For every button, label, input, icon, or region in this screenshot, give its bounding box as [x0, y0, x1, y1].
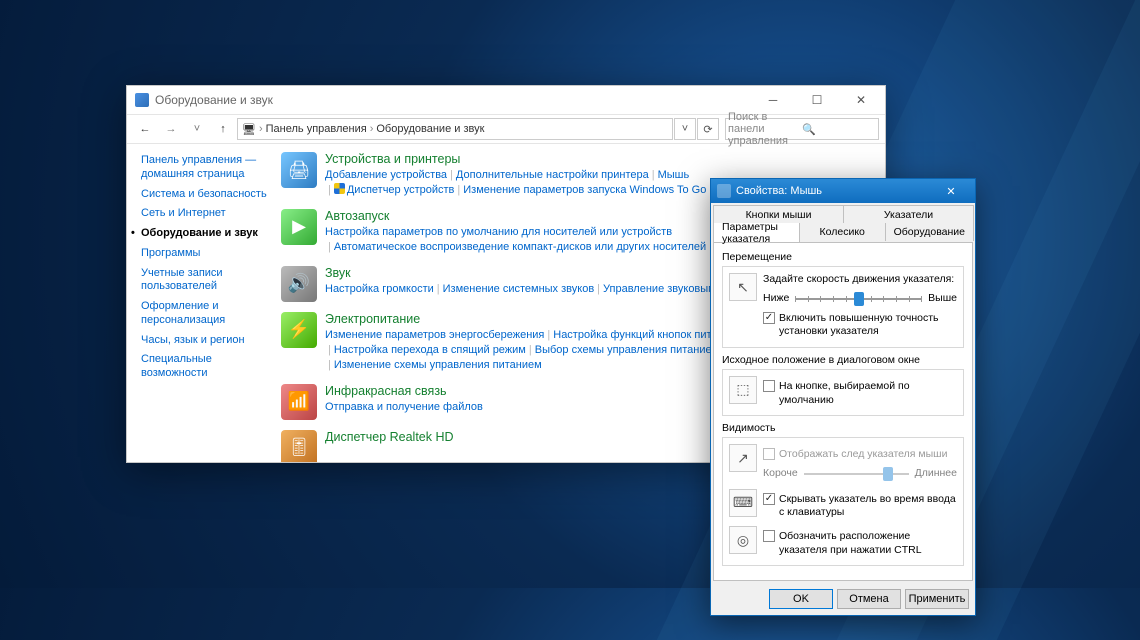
- realtek-icon: 🎚: [281, 430, 317, 462]
- group-title-snap: Исходное положение в диалоговом окне: [722, 354, 964, 366]
- sidebar-item[interactable]: Специальные возможности: [141, 353, 269, 381]
- checkbox-snap-to[interactable]: На кнопке, выбираемой по умолчанию: [763, 380, 957, 407]
- up-button[interactable]: ↑: [211, 117, 235, 141]
- group-title-visibility: Видимость: [722, 422, 964, 434]
- infrared-icon: 📶: [281, 384, 317, 420]
- group-title-motion: Перемещение: [722, 251, 964, 263]
- pointer-trail-slider: [804, 465, 909, 483]
- category-title[interactable]: Диспетчер Realtek HD: [325, 430, 454, 444]
- category-title[interactable]: Инфракрасная связь: [325, 384, 483, 398]
- addressbar-dropdown[interactable]: ˅: [674, 118, 696, 140]
- sidebar-item[interactable]: Сеть и Интернет: [141, 207, 269, 221]
- dialog-titlebar[interactable]: Свойства: Мышь ✕: [711, 179, 975, 203]
- autoplay-icon: ▶: [281, 209, 317, 245]
- dialog-title: Свойства: Мышь: [736, 185, 822, 197]
- sidebar-item[interactable]: Система и безопасность: [141, 188, 269, 202]
- checkbox-ctrl-locate[interactable]: Обозначить расположение указателя при на…: [763, 530, 957, 557]
- trail-icon: ↗: [729, 444, 757, 472]
- category-link[interactable]: Изменение схемы управления питанием: [334, 359, 542, 371]
- maximize-button[interactable]: ☐: [795, 86, 839, 114]
- group-visibility: ↗ Отображать след указателя мыши Короче …: [722, 437, 964, 566]
- trail-min: Короче: [763, 467, 798, 481]
- recent-dropdown[interactable]: ˅: [185, 117, 209, 141]
- tab-page: Перемещение ↖ Задайте скорость движения …: [713, 242, 973, 581]
- ok-button[interactable]: OK: [769, 589, 833, 609]
- forward-button[interactable]: →: [159, 117, 183, 141]
- hide-typing-icon: ⌨: [729, 489, 757, 517]
- dialog-close-button[interactable]: ✕: [931, 180, 971, 202]
- breadcrumb[interactable]: 🖥› Панель управления› Оборудование и зву…: [237, 118, 673, 140]
- close-button[interactable]: ✕: [839, 86, 883, 114]
- tab-pointers[interactable]: Указатели: [843, 205, 974, 223]
- sidebar-item[interactable]: Часы, язык и регион: [141, 334, 269, 348]
- pointer-speed-icon: ↖: [729, 273, 757, 301]
- mouse-properties-dialog: Свойства: Мышь ✕ Кнопки мыши Указатели П…: [710, 178, 976, 616]
- minimize-button[interactable]: ─: [751, 86, 795, 114]
- category-link[interactable]: Настройка перехода в спящий режим: [334, 344, 526, 356]
- mouse-icon: [717, 184, 731, 198]
- apply-button[interactable]: Применить: [905, 589, 969, 609]
- category-link[interactable]: Отправка и получение файлов: [325, 401, 483, 413]
- category-title[interactable]: Устройства и принтеры: [325, 152, 706, 166]
- power-icon: ⚡: [281, 312, 317, 348]
- back-button[interactable]: ←: [133, 117, 157, 141]
- category-link[interactable]: Мышь: [658, 169, 690, 181]
- slider-min: Ниже: [763, 292, 789, 306]
- sidebar: Панель управления — домашняя страница Сис…: [127, 144, 277, 462]
- category-link[interactable]: Добавление устройства: [325, 169, 447, 181]
- search-icon: 🔍: [802, 123, 876, 136]
- tab-hardware[interactable]: Оборудование: [885, 223, 974, 241]
- sidebar-item[interactable]: Панель управления — домашняя страница: [141, 154, 269, 182]
- pointer-speed-slider[interactable]: [795, 290, 922, 308]
- category-title[interactable]: Автозапуск: [325, 209, 706, 223]
- search-placeholder: Поиск в панели управления: [728, 111, 802, 147]
- titlebar[interactable]: Оборудование и звук ─ ☐ ✕: [127, 86, 885, 114]
- category-link[interactable]: Настройка функций кнопок питания: [553, 329, 735, 341]
- address-bar: ← → ˅ ↑ 🖥› Панель управления› Оборудован…: [127, 114, 885, 144]
- tabs: Кнопки мыши Указатели Параметры указател…: [711, 203, 975, 242]
- category-link[interactable]: Настройка громкости: [325, 283, 434, 295]
- dialog-buttons: OK Отмена Применить: [711, 585, 975, 615]
- group-motion: ↖ Задайте скорость движения указателя: Н…: [722, 266, 964, 348]
- checkbox-hide-typing[interactable]: Скрывать указатель во время ввода с клав…: [763, 493, 957, 520]
- sidebar-item[interactable]: Оборудование и звук: [141, 227, 269, 241]
- checkbox-pointer-trail[interactable]: Отображать след указателя мыши: [763, 448, 957, 462]
- window-title: Оборудование и звук: [155, 93, 273, 107]
- tab-pointer-options[interactable]: Параметры указателя: [713, 223, 800, 242]
- checkbox-enhance-precision[interactable]: Включить повышенную точность установки у…: [763, 312, 957, 339]
- breadcrumb-item[interactable]: Оборудование и звук: [376, 123, 484, 135]
- refresh-button[interactable]: ⟳: [697, 118, 719, 140]
- tab-wheel[interactable]: Колесико: [799, 223, 886, 241]
- cancel-button[interactable]: Отмена: [837, 589, 901, 609]
- sidebar-item[interactable]: Оформление и персонализация: [141, 300, 269, 328]
- snap-icon: ⬚: [729, 376, 757, 404]
- pointer-speed-label: Задайте скорость движения указателя:: [763, 273, 957, 287]
- category-link[interactable]: Дополнительные настройки принтера: [456, 169, 649, 181]
- ctrl-locate-icon: ◎: [729, 526, 757, 554]
- breadcrumb-root-icon: 🖥: [242, 123, 256, 136]
- sound-icon: 🔊: [281, 266, 317, 302]
- devices-icon: 🖨: [281, 152, 317, 188]
- category-link[interactable]: Изменение параметров запуска Windows To …: [463, 184, 706, 196]
- app-icon: [135, 93, 149, 107]
- category-link[interactable]: Изменение системных звуков: [443, 283, 595, 295]
- category-link[interactable]: Настройка параметров по умолчанию для но…: [325, 226, 672, 238]
- group-snap: ⬚ На кнопке, выбираемой по умолчанию: [722, 369, 964, 416]
- sidebar-item[interactable]: Учетные записи пользователей: [141, 267, 269, 295]
- category-link[interactable]: Выбор схемы управления питанием: [535, 344, 719, 356]
- trail-max: Длиннее: [915, 467, 957, 481]
- category-link[interactable]: Диспетчер устройств: [347, 184, 455, 196]
- search-input[interactable]: Поиск в панели управления 🔍: [725, 118, 879, 140]
- category-title[interactable]: Электропитание: [325, 312, 736, 326]
- sidebar-item[interactable]: Программы: [141, 247, 269, 261]
- slider-max: Выше: [928, 292, 957, 306]
- breadcrumb-item[interactable]: Панель управления: [266, 123, 367, 135]
- category-link[interactable]: Автоматическое воспроизведение компакт-д…: [334, 241, 706, 253]
- category-link[interactable]: Изменение параметров энергосбережения: [325, 329, 544, 341]
